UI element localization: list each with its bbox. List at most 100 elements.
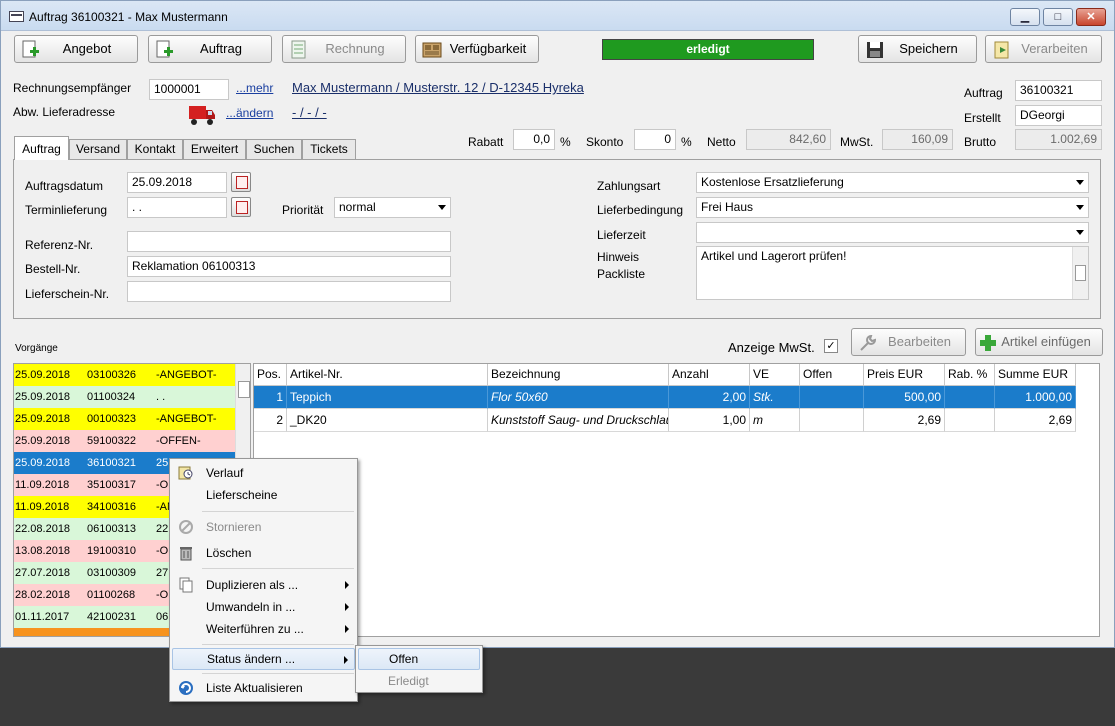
verarbeiten-button[interactable]: Verarbeiten	[985, 35, 1102, 63]
vorgang-nr: 06100313	[87, 523, 136, 535]
prioritaet-select[interactable]: normal	[334, 197, 451, 218]
terminlieferung-input[interactable]: . .	[127, 197, 227, 218]
grid-cell-ve[interactable]: Stk.	[750, 386, 800, 409]
column-header[interactable]: VE	[750, 364, 800, 386]
bearbeiten-button[interactable]: Bearbeiten	[851, 328, 966, 356]
skonto-percent: %	[681, 135, 692, 149]
tab-kontakt[interactable]: Kontakt	[127, 139, 183, 159]
submenu-item-offen[interactable]: Offen	[358, 648, 480, 670]
grid-cell-artikel[interactable]: _DK20	[287, 409, 488, 432]
grid-cell-pos[interactable]: 1	[254, 386, 287, 409]
grid-cell-rab[interactable]	[945, 409, 995, 432]
column-header[interactable]: Anzahl	[669, 364, 750, 386]
menu-item-duplizieren[interactable]: Duplizieren als ...	[172, 574, 355, 596]
column-header[interactable]: Offen	[800, 364, 864, 386]
calendar-icon[interactable]	[231, 172, 251, 192]
submenu-item-label: Erledigt	[388, 674, 429, 688]
vorgang-row[interactable]: 25.09.2018 01100324 . .	[14, 386, 235, 408]
submenu-arrow-icon	[344, 656, 348, 664]
verfuegbarkeit-button[interactable]: Verfügbarkeit	[415, 35, 539, 63]
customer-address-link[interactable]: Max Mustermann / Musterstr. 12 / D-12345…	[292, 80, 584, 95]
menu-item-label: Weiterführen zu ...	[206, 622, 304, 636]
tab-tickets[interactable]: Tickets	[302, 139, 356, 159]
truck-icon[interactable]	[188, 103, 216, 127]
angebot-button[interactable]: Angebot	[14, 35, 138, 63]
menu-item-liste-aktualisieren[interactable]: Liste Aktualisieren	[172, 677, 355, 699]
vorgang-row[interactable]: 25.09.2018 00100323 -ANGEBOT-	[14, 408, 235, 430]
lieferadresse-aendern-link[interactable]: ...ändern	[226, 106, 273, 120]
grid-cell-offen[interactable]	[800, 386, 864, 409]
tab-erweitert[interactable]: Erweitert	[183, 139, 246, 159]
rechnungsempfaenger-label: Rechnungsempfänger	[13, 81, 132, 95]
lieferbedingung-select[interactable]: Frei Haus	[696, 197, 1089, 218]
scrollbar-thumb[interactable]	[238, 381, 250, 398]
submenu-item-erledigt[interactable]: Erledigt	[358, 670, 480, 692]
auftragsdatum-input[interactable]: 25.09.2018	[127, 172, 227, 193]
hinweis-textarea[interactable]: Artikel und Lagerort prüfen!	[696, 246, 1089, 300]
vorgang-row[interactable]: 25.09.2018 59100322 -OFFEN-	[14, 430, 235, 452]
menu-item-stornieren[interactable]: Stornieren	[172, 516, 355, 538]
skonto-input[interactable]: 0	[634, 129, 676, 150]
artikel-einfuegen-button[interactable]: Artikel einfügen	[975, 328, 1103, 356]
column-header[interactable]: Pos.	[254, 364, 287, 386]
rechnungsempfaenger-input[interactable]: 1000001	[149, 79, 229, 100]
grid-cell-preis[interactable]: 500,00	[864, 386, 945, 409]
close-button[interactable]: ✕	[1076, 8, 1106, 26]
article-grid[interactable]: Pos. 1 2 Artikel-Nr. Teppich _DK20 Bezeichnung…	[253, 363, 1100, 637]
grid-cell-bez[interactable]: Kunststoff Saug- und Druckschlauch	[488, 409, 669, 432]
scrollbar-thumb[interactable]	[1075, 265, 1086, 281]
menu-item-status-aendern[interactable]: Status ändern ...	[172, 648, 355, 670]
auftrag-nr-field[interactable]: 36100321	[1015, 80, 1102, 101]
column-header[interactable]: Bezeichnung	[488, 364, 669, 386]
menu-item-umwandeln[interactable]: Umwandeln in ...	[172, 596, 355, 618]
anzeige-mwst-checkbox[interactable]: ✓	[824, 339, 838, 353]
tab-suchen[interactable]: Suchen	[246, 139, 302, 159]
grid-cell-offen[interactable]	[800, 409, 864, 432]
menu-item-verlauf[interactable]: Verlauf	[172, 462, 355, 484]
packliste-label: Packliste	[597, 267, 646, 281]
column-header[interactable]: Summe EUR	[995, 364, 1076, 386]
grid-cell-anzahl[interactable]: 2,00	[669, 386, 750, 409]
tab-versand[interactable]: Versand	[69, 139, 127, 159]
hinweis-scrollbar[interactable]	[1072, 247, 1088, 299]
menu-item-label: Verlauf	[206, 466, 244, 480]
erstellt-field[interactable]: DGeorgi	[1015, 105, 1102, 126]
column-header[interactable]: Rab. %	[945, 364, 995, 386]
grid-cell-rab[interactable]	[945, 386, 995, 409]
menu-item-lieferscheine[interactable]: Lieferscheine	[172, 484, 355, 506]
column-header[interactable]: Artikel-Nr.	[287, 364, 488, 386]
rabatt-input[interactable]: 0,0	[513, 129, 555, 150]
lieferzeit-select[interactable]	[696, 222, 1089, 243]
bestell-input[interactable]: Reklamation 06100313	[127, 256, 451, 277]
mwst-field: 160,09	[882, 129, 953, 150]
vorgang-date: 25.09.2018	[15, 435, 71, 447]
vorgang-row[interactable]: 25.09.2018 03100326 -ANGEBOT-	[14, 364, 235, 386]
grid-cell-artikel[interactable]: Teppich	[287, 386, 488, 409]
grid-cell-bez[interactable]: Flor 50x60	[488, 386, 669, 409]
menu-item-loeschen[interactable]: Löschen	[172, 542, 355, 564]
zahlungsart-select[interactable]: Kostenlose Ersatzlieferung	[696, 172, 1089, 193]
abw-lieferadresse-value[interactable]: - / - / -	[292, 105, 327, 120]
lieferbedingung-label: Lieferbedingung	[597, 203, 684, 217]
grid-cell-summe[interactable]: 2,69	[995, 409, 1076, 432]
maximize-button[interactable]: □	[1043, 8, 1073, 26]
calendar-icon[interactable]	[231, 197, 251, 217]
grid-cell-ve[interactable]: m	[750, 409, 800, 432]
tab-auftrag[interactable]: Auftrag	[14, 136, 69, 160]
rechnung-button[interactable]: Rechnung	[282, 35, 406, 63]
grid-cell-anzahl[interactable]: 1,00	[669, 409, 750, 432]
vorgang-nr: 01100324	[87, 391, 136, 403]
grid-cell-pos[interactable]: 2	[254, 409, 287, 432]
grid-cell-summe[interactable]: 1.000,00	[995, 386, 1076, 409]
menu-item-weiterfuehren[interactable]: Weiterführen zu ...	[172, 618, 355, 640]
column-header[interactable]: Preis EUR	[864, 364, 945, 386]
speichern-button[interactable]: Speichern	[858, 35, 977, 63]
minimize-button[interactable]: ▁	[1010, 8, 1040, 26]
auftrag-button[interactable]: Auftrag	[148, 35, 272, 63]
lieferschein-input[interactable]	[127, 281, 451, 302]
mehr-link[interactable]: ...mehr	[236, 81, 273, 95]
referenz-input[interactable]	[127, 231, 451, 252]
chevron-down-icon	[1076, 230, 1084, 235]
vorgang-info: . .	[156, 391, 166, 403]
grid-cell-preis[interactable]: 2,69	[864, 409, 945, 432]
